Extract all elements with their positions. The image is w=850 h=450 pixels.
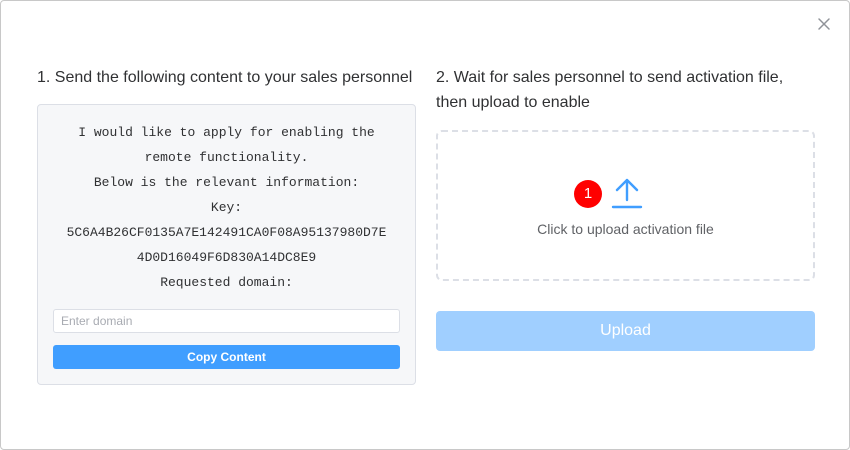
info-line: Key: [210,200,243,215]
step-badge: 1 [574,180,602,208]
info-text: I would like to apply for enabling the r… [38,120,415,295]
upload-section: 2. Wait for sales personnel to send acti… [436,65,816,351]
close-icon[interactable] [815,15,833,33]
send-content-section: 1. Send the following content to your sa… [37,65,416,385]
upload-icon [611,178,643,209]
upload-hint: Click to upload activation file [537,221,714,237]
step-2-title: 2. Wait for sales personnel to send acti… [436,65,816,115]
step-2-title-line2: then upload to enable [436,94,590,111]
info-line: I would like to apply for enabling the [78,125,375,140]
upload-dropzone[interactable]: 1 Click to upload activation file [436,130,815,281]
step-2-title-line1: 2. Wait for sales personnel to send acti… [436,69,784,86]
info-line-key: 5C6A4B26CF0135A7E142491CA0F08A95137980D7… [66,225,387,240]
activation-dialog: 1. Send the following content to your sa… [0,0,850,450]
info-line: Requested domain: [160,275,293,290]
info-line: Below is the relevant information: [93,175,360,190]
copy-content-button[interactable]: Copy Content [53,345,400,369]
info-line: remote functionality. [144,150,309,165]
info-line-key: 4D0D16049F6D830A14DC8E9 [136,250,317,265]
step-1-title: 1. Send the following content to your sa… [37,69,413,86]
domain-input[interactable] [53,309,400,333]
upload-button[interactable]: Upload [436,311,815,351]
info-box: I would like to apply for enabling the r… [37,104,416,385]
